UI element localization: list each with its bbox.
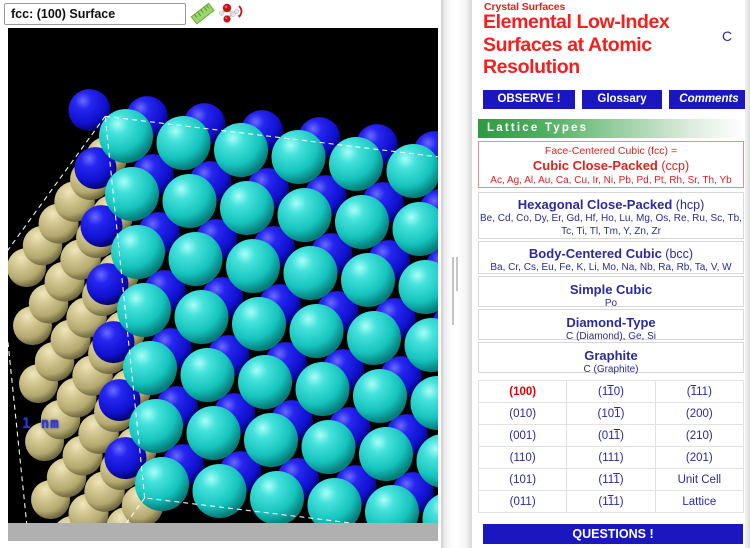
viewer-pane: 1 nm [0,0,441,548]
comments-button[interactable]: Comments [669,90,749,109]
crystal-structure-render [8,28,438,523]
miller-table-row: (110) (111) (201) [477,446,745,469]
info-pane: Crystal Surfaces Elemental Low-Index Sur… [472,0,750,548]
observe-button[interactable]: OBSERVE ! [483,90,575,109]
nav-button-row: OBSERVE ! Glossary Comments [483,90,749,109]
miller-table-row: (001) (011) (210) [477,424,745,447]
miller-index-cell[interactable]: (100) [477,380,568,403]
questions-button[interactable]: QUESTIONS ! [483,524,743,544]
glossary-button[interactable]: Glossary [582,90,662,109]
structure-title-input[interactable] [4,3,186,25]
miller-index-cell[interactable]: (111) [654,380,745,403]
lattice-card-graphite-elements: C (Graphite) [583,364,639,375]
miller-table-row: (011) (111) Lattice [477,490,745,513]
lattice-card-hcp-abbr: (hcp) [672,198,705,212]
lattice-card-fcc-name: Cubic Close-Packed [532,158,658,173]
lattice-types-header: Lattice Types [478,119,744,138]
splitter-grip-icon[interactable] [452,257,461,325]
miller-index-cell[interactable]: (110) [477,446,568,469]
viewer-status-bar [8,523,438,541]
lattice-card-bcc-abbr: (bcc) [661,247,694,261]
viewer-toolbar [0,0,441,28]
lattice-card-simple-cubic[interactable]: Simple Cubic Po [478,276,744,309]
lattice-card-sc-name: Simple Cubic [569,282,653,297]
lattice-card-graphite-name: Graphite [584,348,638,363]
miller-table-row: (101) (111) Unit Cell [477,468,745,491]
viewer-container: 1 nm [4,28,438,541]
pane-right-edge [745,0,750,548]
lattice-card-fcc-line1: Face-Centered Cubic (fcc) = [544,145,678,157]
lattice-card-hcp-name: Hexagonal Close-Packed [517,197,673,212]
lattice-card-fcc[interactable]: Face-Centered Cubic (fcc) = Cubic Close-… [478,141,744,188]
pane-splitter[interactable] [441,0,472,548]
lattice-card-hcp[interactable]: Hexagonal Close-Packed (hcp) Be, Cd, Co,… [478,192,744,239]
miller-index-cell[interactable]: (011) [477,490,568,513]
miller-index-cell[interactable]: (001) [477,424,568,447]
miller-table-row: (100) (110) (111) [477,380,745,403]
miller-index-cell[interactable]: (111) [566,490,656,513]
miller-index-cell[interactable]: (111) [566,446,656,469]
crystal-3d-canvas[interactable]: 1 nm [8,28,438,523]
molecule-icon[interactable] [216,3,250,26]
lattice-card-graphite[interactable]: Graphite C (Graphite) [478,342,744,375]
lattice-card-fcc-elements: Ac, Ag, Al, Au, Ca, Cu, Ir, Ni, Pb, Pd, … [490,175,732,186]
lattice-card-bcc[interactable]: Body-Centered Cubic (bcc) Ba, Cr, Cs, Eu… [478,241,744,274]
scale-bar-label: 1 nm [22,416,60,432]
miller-index-cell[interactable]: (101) [477,468,568,491]
miller-index-cell[interactable]: (111) [566,468,656,491]
lattice-card-fcc-abbr: (ccp) [657,159,690,173]
lattice-types-header-label: Lattice Types [487,122,589,134]
page-title: Elemental Low-Index Surfaces at Atomic R… [483,11,670,78]
lattice-card-bcc-name: Body-Centered Cubic [528,246,662,261]
ruler-icon[interactable] [190,2,216,26]
lattice-card-diamond[interactable]: Diamond-Type C (Diamond), Ge, Si [478,309,744,342]
miller-index-cell[interactable]: (011) [566,424,656,447]
miller-index-table: (100) (110) (111) (010) (101) (200) (001) (011)… [477,380,745,513]
corner-letter: C [722,28,733,44]
miller-index-cell[interactable]: (201) [654,446,745,469]
lattice-card-hcp-elements: Be, Cd, Co, Dy, Er, Gd, Hf, Ho, Lu, Mg, … [480,213,742,237]
miller-index-cell[interactable]: (210) [654,424,745,447]
miller-index-cell[interactable]: Unit Cell [654,468,745,491]
lattice-card-diamond-name: Diamond-Type [566,315,656,330]
miller-index-cell[interactable]: (110) [566,380,656,403]
miller-index-cell[interactable]: Lattice [654,490,745,513]
miller-index-cell[interactable]: (101) [566,402,656,425]
miller-table-row: (010) (101) (200) [477,402,745,425]
application-window: 1 nm Crystal Surfaces Elemental Low-Inde… [0,0,750,548]
miller-index-cell[interactable]: (010) [477,402,568,425]
lattice-card-bcc-elements: Ba, Cr, Cs, Eu, Fe, K, Li, Mo, Na, Nb, R… [490,262,732,273]
miller-index-cell[interactable]: (200) [654,402,745,425]
